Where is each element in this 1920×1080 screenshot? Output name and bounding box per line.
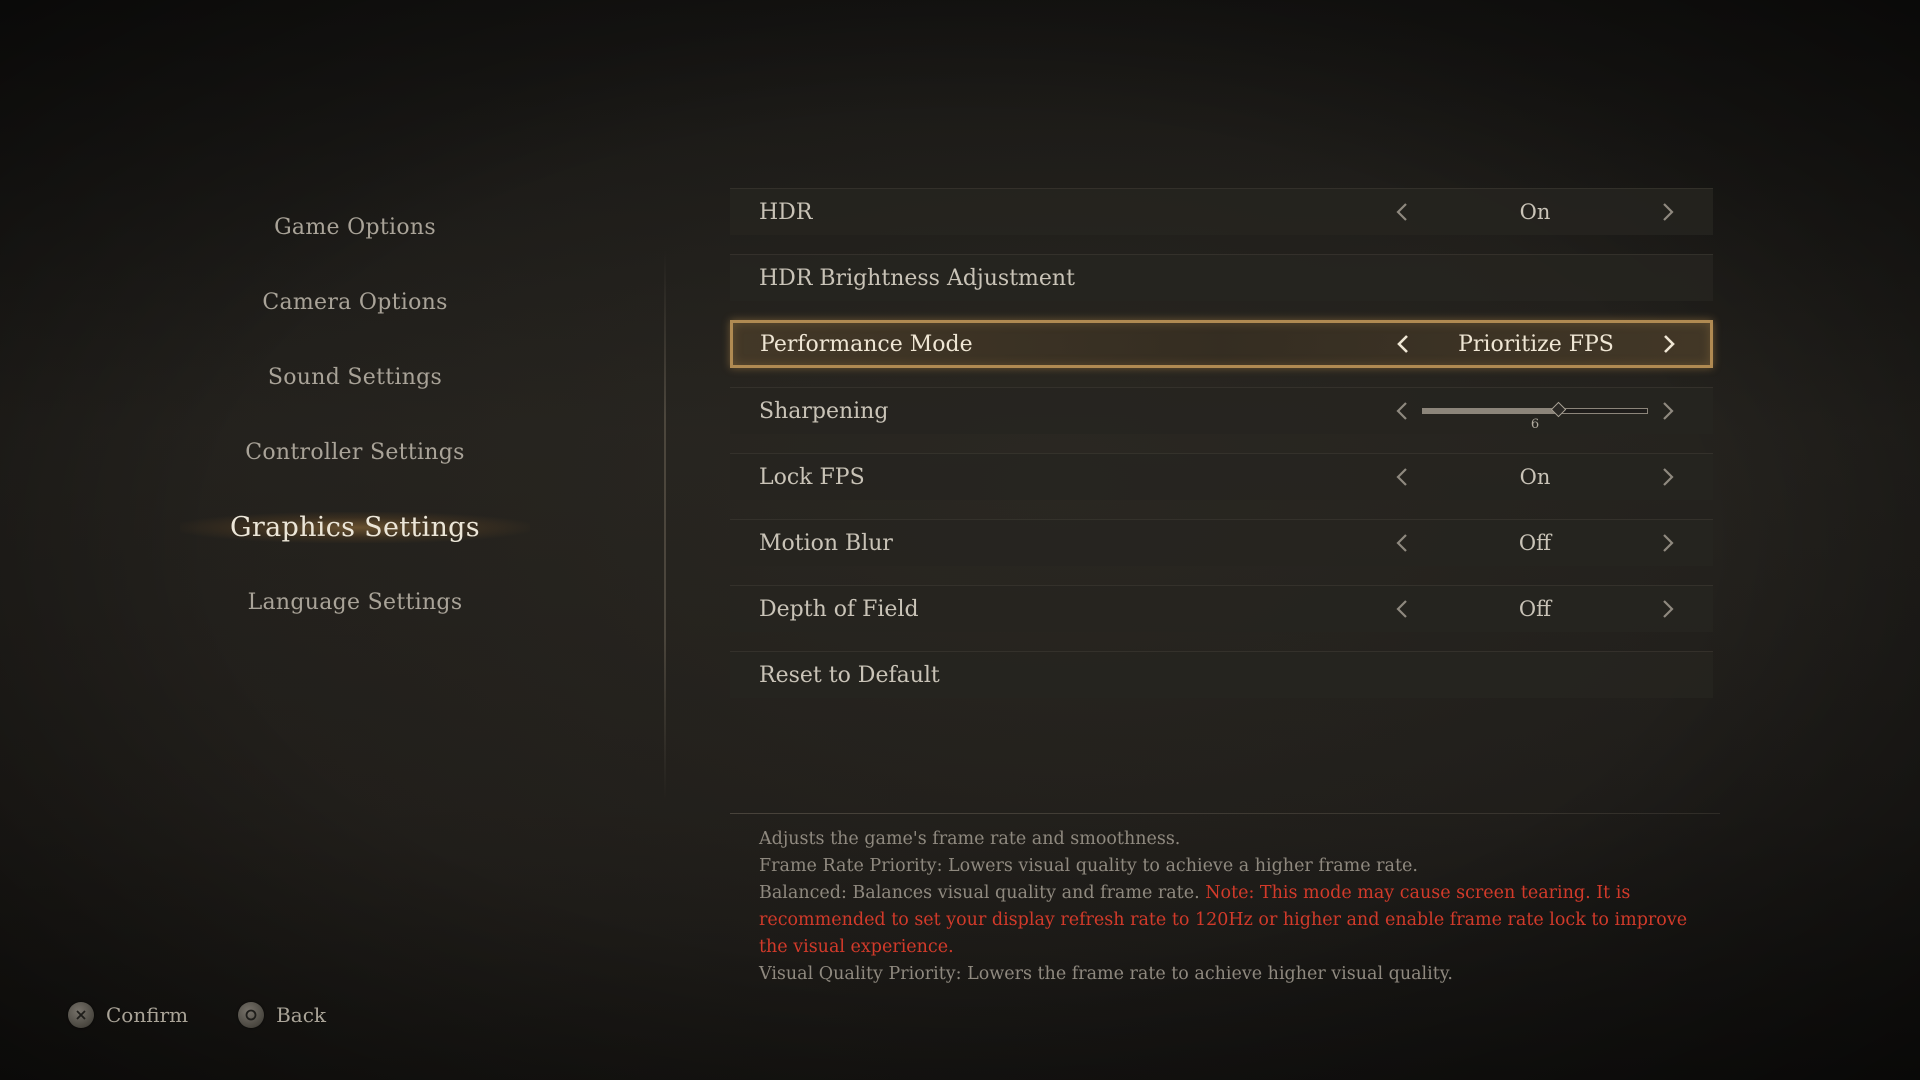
setting-description: Adjusts the game's frame rate and smooth… bbox=[759, 826, 1719, 988]
description-text: Balanced: Balances visual quality and fr… bbox=[759, 883, 1200, 903]
menu-item-camera-options[interactable]: Camera Options bbox=[190, 265, 520, 340]
menu-item-game-options[interactable]: Game Options bbox=[190, 190, 520, 265]
slider-control: 6 bbox=[1390, 388, 1680, 434]
menu-item-label: Language Settings bbox=[247, 590, 463, 615]
setting-row-performance-mode[interactable]: Performance Mode Prioritize FPS bbox=[730, 320, 1713, 368]
sharpening-slider[interactable]: 6 bbox=[1414, 388, 1656, 434]
menu-item-language-settings[interactable]: Language Settings bbox=[190, 565, 520, 640]
chevron-right-icon[interactable] bbox=[1656, 399, 1680, 423]
setting-value: On bbox=[1519, 200, 1551, 224]
slider-thumb[interactable] bbox=[1550, 401, 1566, 418]
setting-value: On bbox=[1519, 465, 1551, 489]
menu-item-label: Sound Settings bbox=[267, 365, 443, 390]
description-line: Balanced: Balances visual quality and fr… bbox=[759, 880, 1719, 961]
chevron-right-icon[interactable] bbox=[1656, 200, 1680, 224]
menu-item-graphics-settings[interactable]: Graphics Settings bbox=[180, 490, 530, 565]
chevron-right-icon[interactable] bbox=[1657, 332, 1681, 356]
chevron-left-icon[interactable] bbox=[1390, 200, 1414, 224]
slider-fill bbox=[1423, 409, 1558, 413]
button-hints: Confirm Back bbox=[68, 1002, 376, 1028]
setting-row-depth-of-field[interactable]: Depth of Field Off bbox=[730, 585, 1713, 632]
description-line: Frame Rate Priority: Lowers visual quali… bbox=[759, 856, 1418, 876]
setting-row-sharpening[interactable]: Sharpening 6 bbox=[730, 387, 1713, 434]
menu-divider bbox=[664, 250, 666, 800]
back-hint[interactable]: Back bbox=[238, 1002, 326, 1028]
slider-track bbox=[1422, 408, 1648, 414]
menu-item-label: Camera Options bbox=[262, 290, 448, 315]
chevron-left-icon[interactable] bbox=[1390, 531, 1414, 555]
description-line: Visual Quality Priority: Lowers the fram… bbox=[759, 964, 1453, 984]
setting-value: Off bbox=[1518, 531, 1552, 555]
chevron-right-icon[interactable] bbox=[1656, 465, 1680, 489]
chevron-right-icon[interactable] bbox=[1656, 531, 1680, 555]
option-selector: On bbox=[1390, 189, 1680, 235]
setting-label: HDR Brightness Adjustment bbox=[759, 265, 1075, 291]
menu-item-label: Graphics Settings bbox=[230, 512, 480, 543]
menu-item-label: Game Options bbox=[274, 215, 436, 240]
description-separator bbox=[730, 813, 1720, 814]
chevron-left-icon[interactable] bbox=[1391, 332, 1415, 356]
graphics-settings-list: HDR On HDR Brightness Adjustment Perform… bbox=[730, 188, 1713, 717]
chevron-right-icon[interactable] bbox=[1656, 597, 1680, 621]
circle-button-icon bbox=[238, 1002, 265, 1028]
confirm-hint[interactable]: Confirm bbox=[68, 1002, 188, 1028]
setting-value: Prioritize FPS bbox=[1458, 331, 1614, 357]
menu-item-controller-settings[interactable]: Controller Settings bbox=[190, 415, 520, 490]
menu-item-sound-settings[interactable]: Sound Settings bbox=[190, 340, 520, 415]
slider-value: 6 bbox=[1530, 417, 1540, 432]
setting-value: Off bbox=[1518, 597, 1552, 621]
setting-label: Depth of Field bbox=[759, 596, 919, 622]
setting-row-hdr-brightness[interactable]: HDR Brightness Adjustment bbox=[730, 254, 1713, 301]
setting-label: Reset to Default bbox=[759, 662, 940, 688]
settings-category-menu: Game Options Camera Options Sound Settin… bbox=[180, 190, 530, 640]
setting-row-motion-blur[interactable]: Motion Blur Off bbox=[730, 519, 1713, 566]
option-selector: Prioritize FPS bbox=[1391, 323, 1681, 365]
setting-label: Performance Mode bbox=[760, 331, 973, 357]
option-selector: Off bbox=[1390, 586, 1680, 632]
setting-row-hdr[interactable]: HDR On bbox=[730, 188, 1713, 235]
setting-row-reset-to-default[interactable]: Reset to Default bbox=[730, 651, 1713, 698]
chevron-left-icon[interactable] bbox=[1390, 597, 1414, 621]
confirm-label: Confirm bbox=[106, 1003, 189, 1027]
setting-row-lock-fps[interactable]: Lock FPS On bbox=[730, 453, 1713, 500]
cross-button-icon bbox=[68, 1002, 94, 1028]
option-selector: On bbox=[1390, 454, 1680, 500]
chevron-left-icon[interactable] bbox=[1390, 465, 1414, 489]
setting-label: Motion Blur bbox=[759, 530, 893, 556]
setting-label: Lock FPS bbox=[759, 464, 865, 490]
description-line: Adjusts the game's frame rate and smooth… bbox=[759, 829, 1181, 849]
setting-label: Sharpening bbox=[759, 398, 889, 424]
option-selector: Off bbox=[1390, 520, 1680, 566]
back-label: Back bbox=[276, 1003, 327, 1027]
menu-item-label: Controller Settings bbox=[245, 440, 465, 465]
setting-label: HDR bbox=[759, 199, 813, 225]
chevron-left-icon[interactable] bbox=[1390, 399, 1414, 423]
